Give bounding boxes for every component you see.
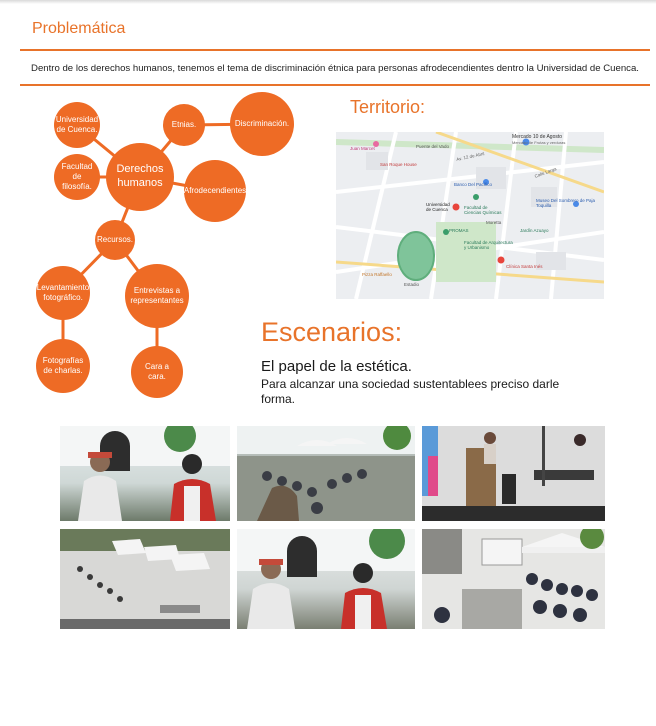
node-facultad: Facultad de filosofía. bbox=[54, 154, 100, 200]
map-label-moretta: Moretta bbox=[486, 220, 502, 225]
aerial-tents-photo-scene bbox=[60, 529, 230, 629]
speaker-podium-photo-scene bbox=[422, 426, 605, 521]
territorio-heading: Territorio: bbox=[350, 97, 426, 117]
escenarios-subheading: El papel de la estética. bbox=[261, 358, 412, 375]
territory-map[interactable]: Mercado 10 de Agosto Mercado de Frutas y… bbox=[336, 132, 604, 299]
map-label-estadio: Estadio bbox=[404, 282, 420, 287]
node-recursos: Recursos. bbox=[95, 220, 135, 260]
map-label-universidad: Universidad de Cuenca bbox=[426, 202, 450, 212]
interview-photo-2 bbox=[237, 529, 415, 629]
map-label-clinica: Clínica Santa Inés bbox=[506, 264, 543, 269]
map-label-fac-cc: Facultad de Ciencias Químicas bbox=[464, 205, 502, 215]
map-label-fac-arq: Facultad de Arquitectura y Urbanismo bbox=[464, 240, 513, 250]
map-label-promas: PROMAS bbox=[449, 228, 469, 233]
node-etnias: Etnias. bbox=[163, 104, 205, 146]
courtyard-event-photo bbox=[237, 426, 415, 521]
map-label-puente: Puente del Vado bbox=[416, 144, 449, 149]
interview-photo-1 bbox=[60, 426, 230, 521]
escenarios-text: Para alcanzar una sociedad sustentablees… bbox=[261, 377, 560, 406]
map-label-jardin: Jardín Azuayo bbox=[520, 228, 549, 233]
map-label-mercado-sub: Mercado de Frutas y verduras bbox=[512, 140, 566, 145]
node-entrevistas: Entrevistas a representantes bbox=[125, 264, 189, 328]
node-discriminacion: Discriminación. bbox=[230, 92, 294, 156]
interview-photo-2-scene bbox=[237, 529, 415, 629]
node-center: Derechos humanos bbox=[106, 143, 174, 211]
map-label-museo: Museo Del Sombrero de Paja Toquilla bbox=[536, 198, 596, 208]
node-universidad: Universidad de Cuenca. bbox=[54, 102, 100, 148]
speaker-podium-photo bbox=[422, 426, 605, 521]
escenarios-heading: Escenarios: bbox=[261, 317, 403, 347]
audience-tent-photo bbox=[422, 529, 605, 629]
map-label-san-roque: San Roque House bbox=[380, 162, 417, 167]
node-afrodecendientes: Afrodecendientes bbox=[184, 160, 246, 222]
map-label-banco: Banco Del Pacífico bbox=[454, 182, 493, 187]
map-label-pizza: Pizza Raffaello bbox=[362, 272, 392, 277]
aerial-tents-photo bbox=[60, 529, 230, 629]
map-label-juan-marcet: Juan Marcet bbox=[350, 146, 375, 151]
node-cara-a-cara: Cara a cara. bbox=[131, 346, 183, 398]
node-fotografias: Fotografías de charlas. bbox=[36, 339, 90, 393]
courtyard-event-photo-scene bbox=[237, 426, 415, 521]
audience-tent-photo-scene bbox=[422, 529, 605, 629]
node-levantamiento: Levantamiento fotográfico. bbox=[36, 266, 90, 320]
interview-photo-1-scene bbox=[60, 426, 230, 521]
